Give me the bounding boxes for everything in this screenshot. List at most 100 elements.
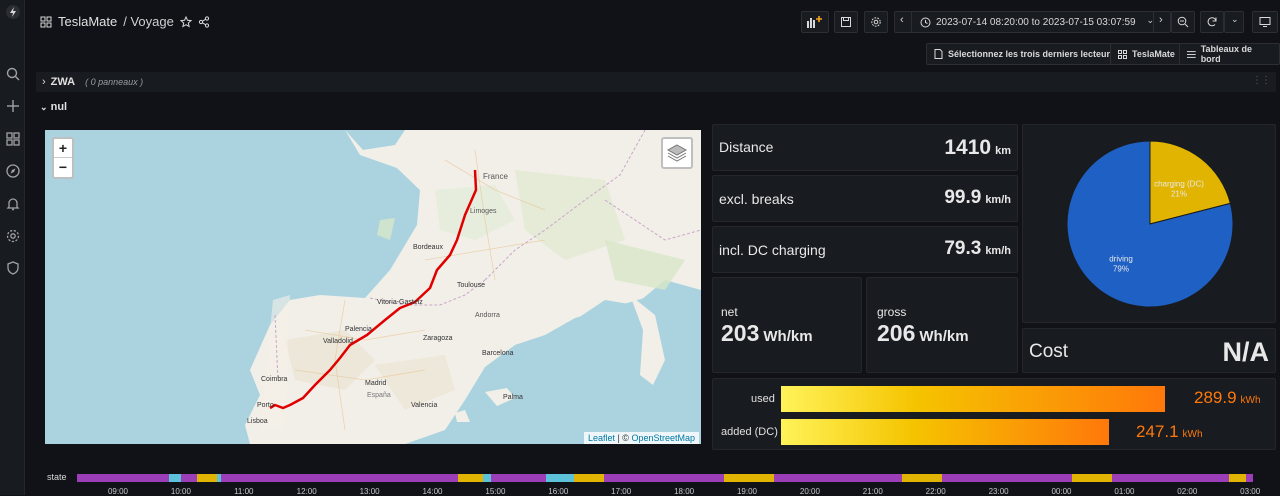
state-segment-driving <box>181 474 197 482</box>
chevron-left-icon: ‹ <box>900 14 904 26</box>
distance-number: 1410 <box>944 136 992 159</box>
map-label: Valencia <box>411 402 438 409</box>
used-label: used <box>751 393 775 405</box>
map-label: Madrid <box>365 380 387 387</box>
state-segment-charging <box>1072 474 1112 482</box>
dashboards-icon[interactable] <box>5 131 21 147</box>
map-layers-button[interactable] <box>661 137 693 169</box>
dashboard-title[interactable]: / Voyage <box>123 14 174 29</box>
state-segment-driving <box>77 474 169 482</box>
speed-incl-unit: km/h <box>985 245 1011 257</box>
distance-unit: km <box>995 145 1011 157</box>
link-label: Tableaux de bord <box>1200 44 1253 64</box>
pie-slice-percent: 21% <box>1171 190 1187 199</box>
state-segment-driving <box>491 474 546 482</box>
map-label: España <box>367 392 391 399</box>
link-label: Sélectionnez les trois derniers lecteurs <box>948 49 1116 59</box>
zoom-out-time-button[interactable] <box>1171 11 1195 33</box>
speed-excl-label: excl. breaks <box>719 191 794 207</box>
time-shift-forward-button[interactable]: › <box>1153 11 1171 33</box>
link-teslamate[interactable]: TeslaMate <box>1110 43 1183 65</box>
add-panel-icon <box>807 16 822 28</box>
drive-charge-pie-panel[interactable]: charging (DC) 21% driving 79% <box>1022 124 1276 323</box>
breadcrumb: TeslaMate / Voyage <box>40 14 210 29</box>
map-label: Andorra <box>475 312 500 319</box>
added-unit: kWh <box>1182 429 1203 440</box>
refresh-interval-dropdown[interactable]: ⌄ <box>1224 11 1244 33</box>
leaflet-link[interactable]: Leaflet <box>588 433 615 443</box>
star-icon[interactable] <box>179 15 192 28</box>
distance-value: 1410 km <box>944 136 1011 160</box>
consumption-net-panel[interactable]: net 203 Wh/km <box>712 277 862 373</box>
layers-icon <box>666 144 688 162</box>
used-number: 289.9 <box>1194 388 1237 407</box>
gross-number: 206 <box>877 320 916 346</box>
link-dashboards[interactable]: Tableaux de bord <box>1179 43 1280 65</box>
top-navbar: TeslaMate / Voyage ‹ 2023-07-14 08:20:00… <box>28 6 1280 36</box>
osm-link[interactable]: OpenStreetMap <box>631 433 695 443</box>
state-segment-charging <box>197 474 217 482</box>
net-label: net <box>721 305 738 319</box>
row-title: ZWA <box>50 76 76 88</box>
consumption-gross-panel[interactable]: gross 206 Wh/km <box>866 277 1018 373</box>
chevron-down-icon: ⌄ <box>40 102 48 112</box>
attribution-separator: | © <box>614 433 632 443</box>
used-bar-track <box>781 386 1181 412</box>
save-dashboard-button[interactable] <box>834 11 858 33</box>
map-label: Palma <box>503 394 523 401</box>
map-label: Bordeaux <box>413 244 443 251</box>
share-icon[interactable] <box>198 15 210 28</box>
chevron-right-icon: › <box>42 76 46 88</box>
state-segment-driving <box>1246 474 1253 482</box>
state-segment-charging <box>902 474 942 482</box>
map-zoom-in-button[interactable]: + <box>54 139 72 158</box>
map-label: Zaragoza <box>423 335 453 342</box>
row-collapsed-zwa[interactable]: › ZWA ( 0 panneaux ) ⋮⋮ <box>36 72 1276 92</box>
map-label: Toulouse <box>457 282 486 289</box>
map-zoom-out-button[interactable]: − <box>54 158 72 177</box>
state-segment-charging <box>724 474 774 482</box>
net-number: 203 <box>721 320 760 346</box>
cost-panel[interactable]: Cost N/A <box>1022 328 1276 373</box>
state-segment-charging <box>1229 474 1246 482</box>
row-open-nul[interactable]: ⌄ nul <box>40 101 67 113</box>
plus-icon[interactable] <box>5 98 21 114</box>
alerting-bell-icon[interactable] <box>5 196 21 212</box>
state-segment-driving <box>942 474 1072 482</box>
state-segment-driving <box>604 474 724 482</box>
link-last-three-drives[interactable]: Sélectionnez les trois derniers lecteurs <box>926 43 1124 65</box>
energy-bar-panel[interactable]: used 289.9 kWh added (DC) 247.1 kWh <box>712 378 1276 450</box>
row-title: nul <box>50 101 68 113</box>
speed-incl-panel[interactable]: incl. DC charging 79.3 km/h <box>712 226 1018 273</box>
added-bar-fill <box>781 419 1109 445</box>
speed-excl-value: 99.9 km/h <box>944 187 1011 209</box>
speed-excl-panel[interactable]: excl. breaks 99.9 km/h <box>712 175 1018 222</box>
state-segment-driving <box>774 474 902 482</box>
document-icon <box>934 49 943 59</box>
configuration-gear-icon[interactable] <box>5 228 21 244</box>
shield-icon[interactable] <box>5 260 21 276</box>
time-range-picker[interactable]: 2023-07-14 08:20:00 to 2023-07-15 03:07:… <box>911 11 1161 33</box>
used-unit: kWh <box>1240 395 1261 406</box>
time-shift-back-button[interactable]: ‹ <box>894 11 912 33</box>
distance-panel[interactable]: Distance 1410 km <box>712 124 1018 171</box>
grafana-logo-icon[interactable] <box>5 4 21 20</box>
refresh-button[interactable] <box>1200 11 1224 33</box>
add-panel-button[interactable] <box>801 11 829 33</box>
added-number: 247.1 <box>1136 422 1179 441</box>
pie-chart: charging (DC)21% driving79% <box>1066 140 1234 308</box>
distance-label: Distance <box>719 139 774 155</box>
gross-unit: Wh/km <box>919 328 969 345</box>
added-bar-track <box>781 419 1181 445</box>
tv-mode-button[interactable] <box>1252 11 1278 33</box>
search-icon[interactable] <box>5 66 21 82</box>
explore-compass-icon[interactable] <box>5 163 21 179</box>
map-label: France <box>483 172 508 181</box>
drag-handle-icon[interactable]: ⋮⋮ <box>1252 75 1271 86</box>
gear-icon <box>871 17 881 27</box>
dashboard-settings-button[interactable] <box>864 11 888 33</box>
breadcrumb-folder[interactable]: TeslaMate <box>58 14 117 29</box>
state-segment-driving <box>221 474 458 482</box>
state-timeline[interactable] <box>77 474 1253 482</box>
trip-map[interactable]: France Bordeaux Toulouse Zaragoza Vallad… <box>45 130 701 444</box>
